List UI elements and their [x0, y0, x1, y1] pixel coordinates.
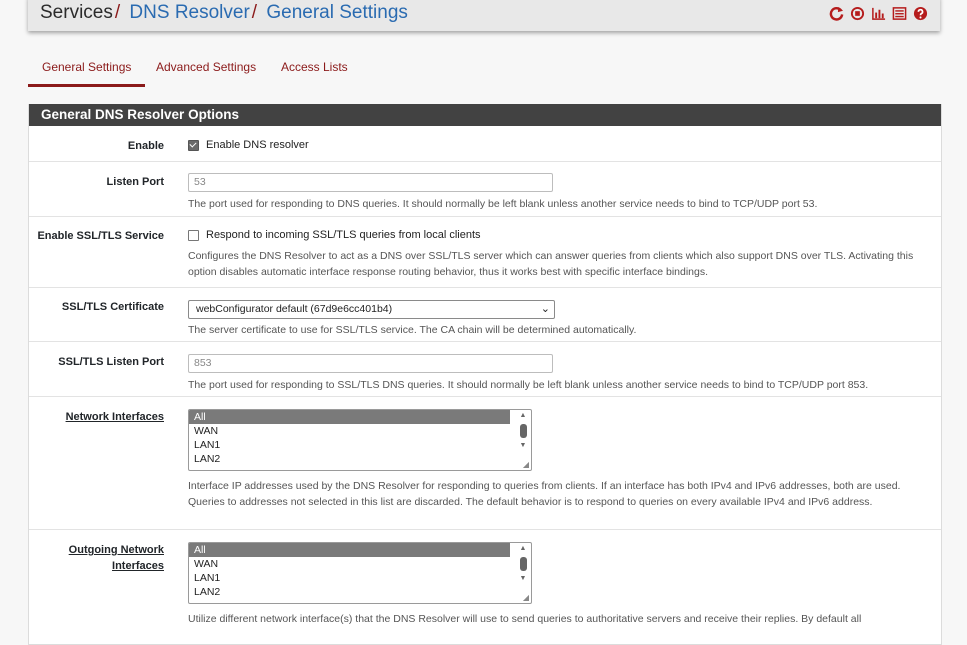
- tab-advanced-settings[interactable]: Advanced Settings: [156, 56, 256, 84]
- breadcrumb-separator: /: [251, 2, 258, 23]
- ssl-tls-listen-port-help: The port used for responding to SSL/TLS …: [188, 379, 869, 391]
- list-item[interactable]: LAN2: [189, 452, 510, 466]
- listen-port-row: Listen Port 53 The port used for respond…: [29, 161, 941, 217]
- enable-row: Enable Enable DNS resolver: [29, 126, 941, 161]
- resize-grip-icon[interactable]: ◢: [523, 461, 529, 469]
- panel-title: General DNS Resolver Options: [29, 104, 941, 126]
- chart-icon[interactable]: [871, 6, 886, 21]
- list-item[interactable]: WAN: [189, 424, 510, 438]
- scroll-down-icon[interactable]: ▼: [517, 575, 529, 583]
- enable-label: Enable: [127, 140, 164, 152]
- network-interfaces-listbox[interactable]: All WAN LAN1 LAN2 ▲ ▼ ◢: [188, 409, 532, 471]
- ssl-tls-listen-port-label: SSL/TLS Listen Port: [58, 356, 164, 368]
- outgoing-interfaces-label[interactable]: Outgoing Network Interfaces: [24, 542, 164, 574]
- scroll-up-icon[interactable]: ▲: [517, 412, 529, 420]
- ssl-tls-service-row: Enable SSL/TLS Service Respond to incomi…: [29, 216, 941, 288]
- scroll-thumb[interactable]: [519, 557, 527, 571]
- network-interfaces-help: Interface IP addresses used by the DNS R…: [188, 480, 901, 508]
- ssl-tls-certificate-value: webConfigurator default (67d9e6cc401b4): [196, 303, 393, 315]
- dns-resolver-options-panel: General DNS Resolver Options Enable Enab…: [28, 104, 942, 645]
- header-actions: [829, 6, 928, 21]
- ssl-tls-checkbox[interactable]: [188, 229, 199, 241]
- list-item[interactable]: All: [189, 543, 510, 557]
- tab-access-lists[interactable]: Access Lists: [281, 56, 348, 84]
- list-item[interactable]: LAN1: [189, 438, 510, 452]
- ssl-tls-listen-port-row: SSL/TLS Listen Port 853 The port used fo…: [29, 341, 941, 397]
- enable-checkbox-label[interactable]: Enable DNS resolver: [206, 139, 309, 151]
- listen-port-label: Listen Port: [106, 176, 164, 188]
- breadcrumb-dns-resolver[interactable]: DNS Resolver: [129, 2, 249, 23]
- listen-port-help: The port used for responding to DNS quer…: [188, 198, 818, 210]
- listbox-scrollbar[interactable]: ▲ ▼: [517, 545, 529, 597]
- list-item[interactable]: LAN2: [189, 585, 510, 599]
- breadcrumb-services: Services: [40, 2, 113, 23]
- outgoing-interfaces-help: Utilize different network interface(s) t…: [188, 613, 862, 625]
- list-item[interactable]: All: [189, 410, 510, 424]
- listen-port-input[interactable]: 53: [188, 173, 553, 192]
- ssl-tls-certificate-select[interactable]: webConfigurator default (67d9e6cc401b4) …: [188, 300, 555, 319]
- resize-grip-icon[interactable]: ◢: [523, 594, 529, 602]
- ssl-tls-certificate-row: SSL/TLS Certificate webConfigurator defa…: [29, 287, 941, 342]
- scroll-thumb[interactable]: [519, 424, 527, 438]
- ssl-tls-service-label: Enable SSL/TLS Service: [37, 230, 164, 242]
- scroll-up-icon[interactable]: ▲: [517, 545, 529, 553]
- reload-icon[interactable]: [829, 6, 844, 21]
- network-interfaces-label[interactable]: Network Interfaces: [24, 409, 164, 425]
- chevron-down-icon: ⌄: [540, 303, 550, 315]
- list-item[interactable]: LAN1: [189, 571, 510, 585]
- enable-checkbox[interactable]: [188, 139, 199, 151]
- ssl-tls-service-help: Configures the DNS Resolver to act as a …: [188, 250, 914, 278]
- enable-checkbox-group: Enable DNS resolver: [188, 139, 309, 151]
- outgoing-interfaces-row: Outgoing Network Interfaces All WAN LAN1…: [29, 529, 941, 645]
- scroll-down-icon[interactable]: ▼: [517, 442, 529, 450]
- ssl-tls-certificate-help: The server certificate to use for SSL/TL…: [188, 324, 637, 336]
- ssl-tls-checkbox-group: Respond to incoming SSL/TLS queries from…: [188, 229, 481, 241]
- network-interfaces-row: Network Interfaces All WAN LAN1 LAN2 ▲ ▼…: [29, 396, 941, 530]
- page-header: Services / DNS Resolver / General Settings: [28, 0, 940, 31]
- ssl-tls-checkbox-label[interactable]: Respond to incoming SSL/TLS queries from…: [206, 229, 481, 241]
- ssl-tls-listen-port-input[interactable]: 853: [188, 354, 553, 373]
- tab-general-settings[interactable]: General Settings: [28, 56, 146, 87]
- outgoing-interfaces-listbox[interactable]: All WAN LAN1 LAN2 ▲ ▼ ◢: [188, 542, 532, 604]
- breadcrumb-separator: /: [114, 2, 121, 23]
- breadcrumb-general-settings[interactable]: General Settings: [266, 2, 408, 23]
- log-icon[interactable]: [892, 6, 907, 21]
- help-icon[interactable]: [913, 6, 928, 21]
- list-item[interactable]: WAN: [189, 557, 510, 571]
- ssl-tls-certificate-label: SSL/TLS Certificate: [61, 301, 164, 313]
- breadcrumb: Services / DNS Resolver / General Settings: [40, 2, 408, 24]
- stop-icon[interactable]: [850, 6, 865, 21]
- listbox-scrollbar[interactable]: ▲ ▼: [517, 412, 529, 464]
